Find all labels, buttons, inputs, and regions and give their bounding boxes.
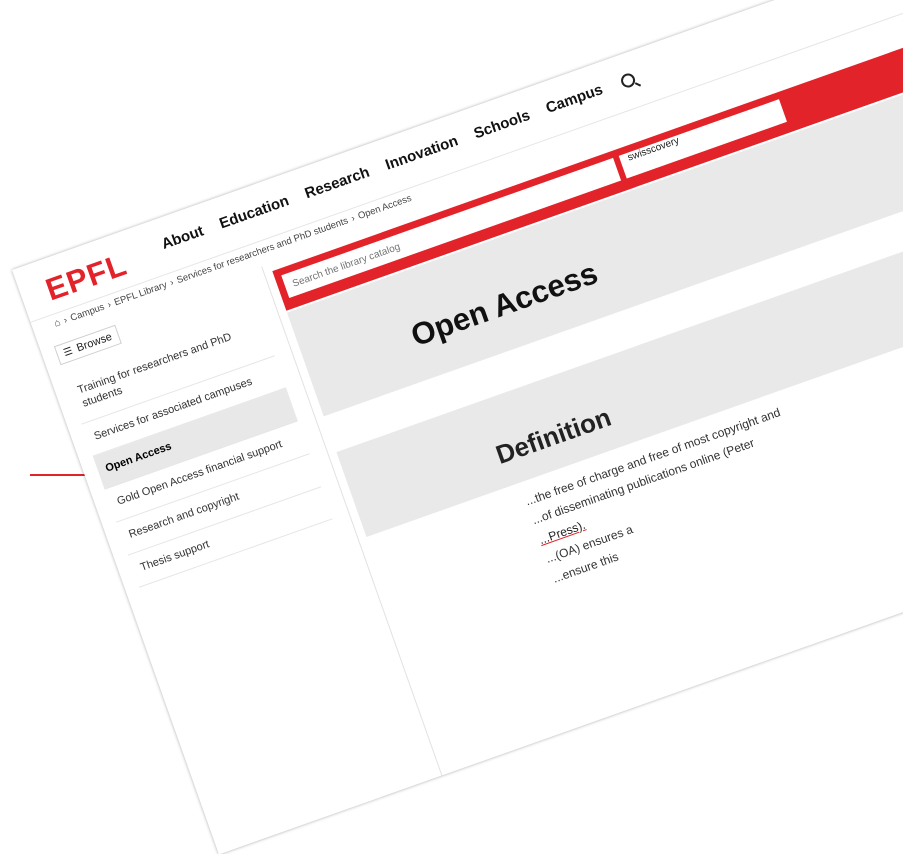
breadcrumb-separator: › [349, 212, 357, 225]
home-icon[interactable]: ⌂ [53, 317, 62, 329]
nav-schools[interactable]: Schools [472, 107, 533, 143]
nav-research[interactable]: Research [303, 164, 372, 203]
breadcrumb-separator: › [62, 314, 69, 327]
browse-button[interactable]: ☰ Browse [53, 324, 122, 366]
main-content: swisscovery Open Access Definition ...th… [270, 30, 903, 773]
nav-education[interactable]: Education [217, 192, 291, 232]
browse-label: Browse [75, 330, 114, 355]
search-icon[interactable] [618, 71, 637, 90]
nav-campus[interactable]: Campus [544, 81, 605, 117]
breadcrumb-separator: › [106, 299, 113, 311]
list-icon: ☰ [62, 345, 75, 360]
nav-innovation[interactable]: Innovation [383, 132, 460, 173]
epfl-webpage: EPFL About Education Research Innovation… [12, 0, 903, 854]
breadcrumb-separator: › [168, 277, 176, 289]
nav-about[interactable]: About [159, 222, 206, 252]
